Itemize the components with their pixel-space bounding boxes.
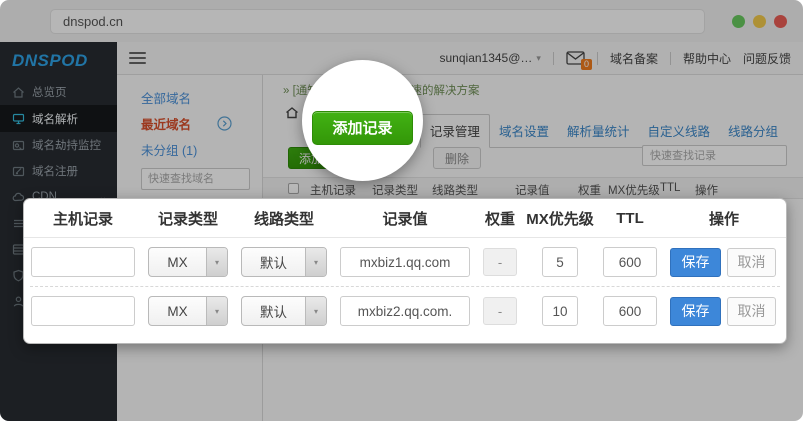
column-header: TTL: [616, 210, 644, 227]
weight-disabled-field: -: [483, 297, 517, 325]
save-button[interactable]: 保存: [670, 297, 721, 326]
record-type-dropdown[interactable]: MX ▾: [148, 296, 228, 326]
line-type-dropdown[interactable]: 默认 ▾: [241, 247, 327, 277]
host-record-input[interactable]: [31, 296, 135, 326]
dropdown-handle-icon: ▾: [206, 297, 227, 325]
host-record-input[interactable]: [31, 247, 135, 277]
column-header: 主机记录: [53, 208, 113, 229]
mx-priority-input[interactable]: [542, 247, 578, 277]
record-value-input[interactable]: [340, 296, 470, 326]
line-type-value: 默认: [242, 301, 305, 321]
add-record-card: 主机记录 记录类型 线路类型 记录值 权重 MX优先级 TTL 操作 MX ▾ …: [23, 198, 787, 344]
dropdown-handle-icon: ▾: [305, 297, 326, 325]
record-value-input[interactable]: [340, 247, 470, 277]
column-header: MX优先级: [526, 208, 594, 229]
record-row-1: MX ▾ 默认 ▾ - 保存 取消: [24, 238, 786, 286]
ttl-input[interactable]: [603, 296, 657, 326]
line-type-dropdown[interactable]: 默认 ▾: [241, 296, 327, 326]
row-actions: 保存 取消: [670, 248, 778, 277]
add-record-button-highlighted[interactable]: 添加记录: [312, 111, 413, 145]
record-row-2: MX ▾ 默认 ▾ - 保存 取消: [24, 287, 786, 335]
record-type-value: MX: [149, 255, 206, 270]
ttl-input[interactable]: [603, 247, 657, 277]
record-card-header: 主机记录 记录类型 线路类型 记录值 权重 MX优先级 TTL 操作: [24, 199, 786, 238]
browser-window: dnspod.cn DNSPOD 总览页 域名解析: [0, 0, 803, 421]
column-header: 操作: [709, 208, 739, 229]
dropdown-handle-icon: ▾: [206, 248, 227, 276]
record-type-value: MX: [149, 304, 206, 319]
dropdown-handle-icon: ▾: [305, 248, 326, 276]
spotlight-circle: 添加记录: [302, 60, 423, 181]
column-header: 线路类型: [254, 208, 314, 229]
mx-priority-input[interactable]: [542, 296, 578, 326]
column-header: 记录值: [382, 208, 427, 229]
column-header: 记录类型: [158, 208, 218, 229]
column-header: 权重: [485, 208, 515, 229]
row-actions: 保存 取消: [670, 297, 778, 326]
save-button[interactable]: 保存: [670, 248, 721, 277]
line-type-value: 默认: [242, 252, 305, 272]
record-type-dropdown[interactable]: MX ▾: [148, 247, 228, 277]
cancel-button[interactable]: 取消: [727, 297, 776, 326]
weight-disabled-field: -: [483, 248, 517, 276]
cancel-button[interactable]: 取消: [727, 248, 776, 277]
